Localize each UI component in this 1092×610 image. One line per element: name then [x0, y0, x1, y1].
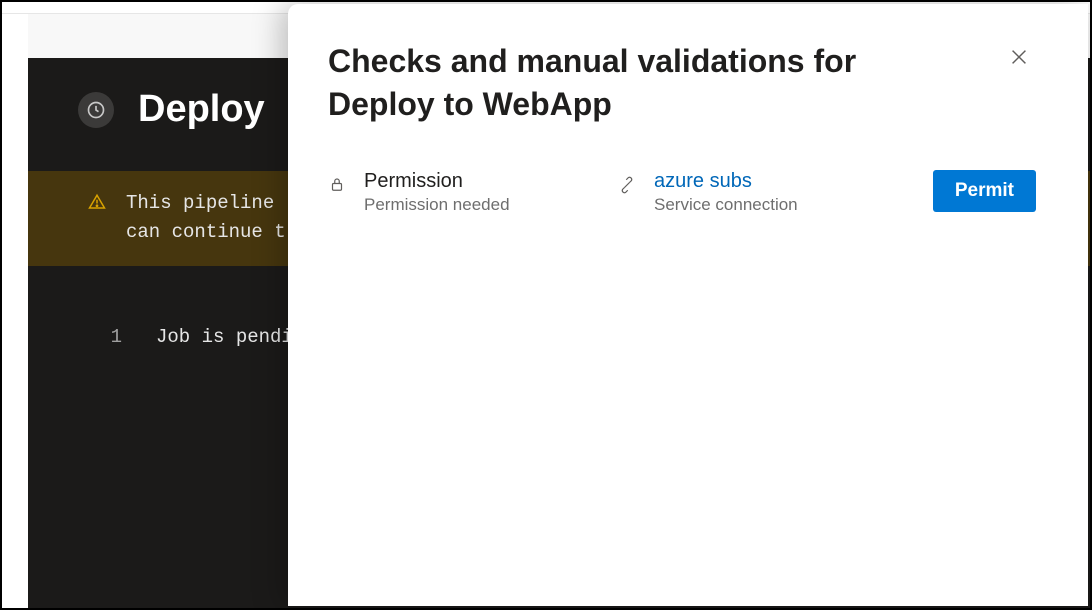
warning-icon	[88, 193, 106, 211]
permission-label: Permission	[364, 170, 510, 193]
log-line-number: 1	[110, 326, 122, 348]
permit-button[interactable]: Permit	[933, 170, 1036, 212]
permission-sub: Permission needed	[364, 195, 510, 215]
close-icon	[1008, 46, 1030, 68]
warning-line-2: can continue t	[126, 218, 286, 247]
service-connection-icon	[618, 172, 636, 198]
warning-line-1: This pipeline	[126, 189, 286, 218]
lock-icon	[328, 172, 346, 198]
check-row: Permission Permission needed azure subs …	[328, 170, 1036, 215]
warning-text: This pipeline can continue t	[126, 189, 286, 248]
resource-column: azure subs Service connection	[618, 170, 878, 215]
resource-sub: Service connection	[654, 195, 798, 215]
resource-link[interactable]: azure subs	[654, 170, 798, 193]
close-button[interactable]	[1002, 40, 1036, 74]
side-gutter	[2, 14, 28, 608]
clock-icon	[78, 92, 114, 128]
stage-title: Deploy	[138, 88, 265, 131]
panel-title: Checks and manual validations for Deploy…	[328, 40, 908, 126]
permission-column: Permission Permission needed	[328, 170, 618, 215]
checks-panel: Checks and manual validations for Deploy…	[288, 4, 1088, 606]
